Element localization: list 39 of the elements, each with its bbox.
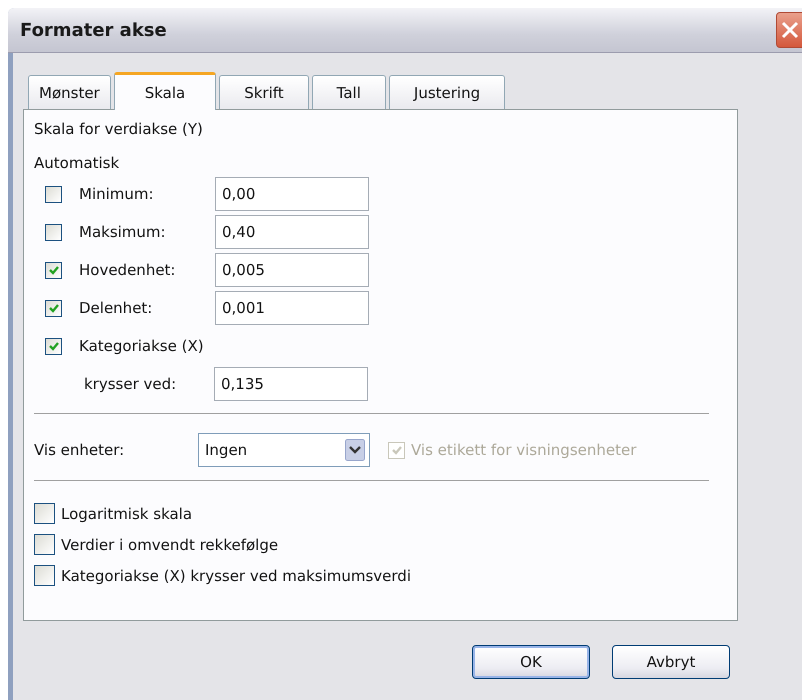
field-label: krysser ved:	[84, 375, 178, 393]
checkbox-label: Maksimum:	[79, 223, 167, 241]
check-icon	[48, 340, 60, 352]
checkbox-label: Kategoriakse (X) krysser ved maksimumsverdi	[61, 566, 411, 584]
input-field[interactable]: 0,005	[215, 253, 369, 287]
group-label: Automatisk	[34, 154, 120, 172]
checkbox[interactable]	[34, 534, 55, 555]
tab[interactable]: Tall	[312, 75, 386, 109]
tab[interactable]: Skrift	[219, 75, 309, 109]
units-dropdown[interactable]: Ingen	[198, 433, 370, 467]
checkbox[interactable]	[45, 224, 62, 240]
tab[interactable]: Skala	[114, 72, 216, 110]
tab[interactable]: Mønster	[28, 75, 111, 109]
checkbox-label: Logaritmisk skala	[61, 504, 192, 522]
checkbox-label: Vis etikett for visningsenheter	[411, 441, 636, 459]
input-field[interactable]: 0,00	[215, 177, 369, 211]
dialog-button[interactable]: OK	[472, 645, 590, 679]
checkbox-label: Kategoriakse (X)	[79, 337, 204, 355]
checkbox-label: Delenhet:	[79, 299, 154, 317]
input-field[interactable]: 0,001	[215, 291, 369, 325]
checkbox[interactable]	[45, 300, 62, 316]
input-field[interactable]: 0,135	[214, 367, 368, 401]
checkbox[interactable]	[34, 503, 55, 524]
check-icon	[390, 444, 402, 456]
check-icon	[48, 302, 60, 314]
checkbox[interactable]	[34, 565, 55, 586]
checkbox[interactable]	[45, 338, 62, 354]
section-heading: Skala for verdiakse (Y)	[34, 120, 203, 138]
checkbox[interactable]	[45, 262, 62, 278]
checkbox-label: Verdier i omvendt rekkefølge	[61, 536, 278, 554]
checkbox-label: Minimum:	[79, 185, 155, 203]
check-icon	[48, 264, 60, 276]
input-field[interactable]: 0,40	[215, 215, 369, 249]
dialog-button[interactable]: Avbryt	[612, 645, 730, 679]
tab[interactable]: Justering	[388, 75, 506, 109]
checkbox-label: Hovedenhet:	[79, 261, 176, 279]
window-title: Formater akse	[20, 20, 167, 40]
checkbox[interactable]	[45, 186, 62, 202]
field-label: Vis enheter:	[34, 441, 126, 459]
